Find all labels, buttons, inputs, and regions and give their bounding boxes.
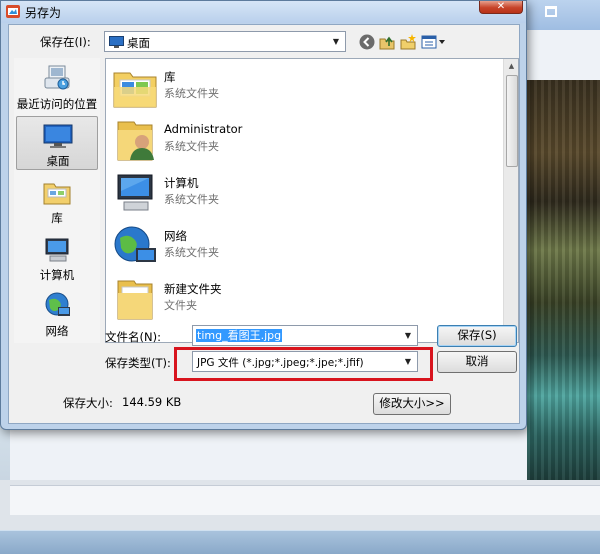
file-type: 系统文件夹 bbox=[164, 246, 219, 259]
place-desktop[interactable]: 桌面 bbox=[16, 116, 98, 170]
app-icon bbox=[6, 5, 20, 18]
computer-icon bbox=[45, 238, 69, 262]
cancel-button[interactable]: 取消 bbox=[437, 351, 517, 373]
place-label: 计算机 bbox=[39, 268, 75, 282]
place-computer[interactable]: 计算机 bbox=[16, 231, 98, 285]
dialog-client-area: 保存在(I): 桌面 ▼ 最近访问的位置 桌面 库 计算机 网络 库 系统文件夹… bbox=[8, 24, 520, 424]
list-item[interactable]: 新建文件夹 文件夹 bbox=[112, 275, 502, 327]
scroll-up-icon[interactable]: ▲ bbox=[504, 59, 518, 73]
dialog-title: 另存为 bbox=[25, 6, 62, 20]
computer-icon bbox=[117, 174, 153, 211]
filetype-label: 保存类型(T): bbox=[105, 356, 171, 370]
scroll-thumb[interactable] bbox=[506, 75, 518, 167]
place-recent[interactable]: 最近访问的位置 bbox=[16, 60, 98, 114]
place-label: 库 bbox=[51, 211, 63, 225]
save-in-label: 保存在(I): bbox=[40, 35, 91, 49]
folder-icon bbox=[117, 280, 153, 320]
back-icon[interactable] bbox=[358, 33, 376, 51]
up-folder-icon[interactable] bbox=[378, 33, 396, 51]
file-type: 系统文件夹 bbox=[164, 87, 219, 100]
maximize-icon[interactable] bbox=[545, 6, 557, 17]
save-in-dropdown[interactable]: 桌面 ▼ bbox=[104, 31, 346, 52]
save-size-label: 保存大小: bbox=[63, 396, 113, 410]
list-item[interactable]: 库 系统文件夹 bbox=[112, 63, 502, 115]
place-label: 网络 bbox=[45, 324, 69, 338]
network-icon bbox=[114, 226, 156, 262]
file-name: 网络 bbox=[164, 229, 187, 243]
dialog-titlebar[interactable]: 另存为 ✕ bbox=[1, 1, 526, 23]
view-menu-icon[interactable] bbox=[421, 33, 447, 51]
save-as-dialog: 另存为 ✕ 保存在(I): 桌面 ▼ 最近访问的位置 桌面 库 计算机 网络 库… bbox=[0, 0, 527, 430]
list-item[interactable]: 计算机 系统文件夹 bbox=[112, 169, 502, 221]
save-in-value: 桌面 bbox=[127, 36, 150, 50]
desktop-icon bbox=[109, 36, 124, 48]
place-label: 最近访问的位置 bbox=[16, 97, 98, 111]
list-item[interactable]: Administrator 系统文件夹 bbox=[112, 116, 502, 168]
filename-label: 文件名(N): bbox=[105, 330, 161, 344]
resize-button[interactable]: 修改大小>> bbox=[373, 393, 451, 415]
list-item[interactable]: 网络 系统文件夹 bbox=[112, 222, 502, 274]
desktop-icon bbox=[43, 124, 73, 148]
chevron-down-icon[interactable]: ▼ bbox=[401, 328, 415, 343]
new-folder-icon[interactable] bbox=[399, 33, 417, 51]
file-type: 文件夹 bbox=[164, 299, 197, 312]
file-name: 新建文件夹 bbox=[164, 282, 222, 296]
place-label: 桌面 bbox=[46, 154, 70, 168]
filename-input[interactable]: timg_看图王.jpg ▼ bbox=[192, 325, 418, 346]
annotation-highlight-box bbox=[174, 347, 433, 381]
vertical-scrollbar[interactable]: ▲ ▼ bbox=[503, 59, 518, 342]
save-size-value: 144.59 KB bbox=[122, 395, 182, 409]
recent-places-icon bbox=[44, 65, 70, 90]
place-libraries[interactable]: 库 bbox=[16, 174, 98, 228]
close-button[interactable]: ✕ bbox=[479, 1, 523, 14]
file-list[interactable]: 库 系统文件夹 Administrator 系统文件夹 计算机 系统文件夹 网络… bbox=[105, 58, 519, 343]
network-icon bbox=[45, 292, 70, 316]
filename-value: timg_看图王.jpg bbox=[196, 329, 283, 342]
file-type: 系统文件夹 bbox=[164, 193, 219, 206]
wallpaper-image bbox=[527, 80, 600, 485]
save-button[interactable]: 保存(S) bbox=[437, 325, 517, 347]
file-name: 计算机 bbox=[164, 176, 199, 190]
user-folder-icon bbox=[117, 121, 154, 161]
file-name: Administrator bbox=[164, 122, 243, 136]
file-name: 库 bbox=[164, 70, 176, 84]
taskbar bbox=[0, 530, 600, 554]
libraries-folder-icon bbox=[113, 72, 157, 108]
place-network[interactable]: 网络 bbox=[16, 287, 98, 341]
places-bar: 最近访问的位置 桌面 库 计算机 网络 bbox=[14, 58, 100, 343]
libraries-icon bbox=[43, 183, 71, 205]
background-status-bar bbox=[10, 485, 600, 515]
file-type: 系统文件夹 bbox=[164, 140, 219, 153]
chevron-down-icon[interactable]: ▼ bbox=[329, 34, 343, 49]
